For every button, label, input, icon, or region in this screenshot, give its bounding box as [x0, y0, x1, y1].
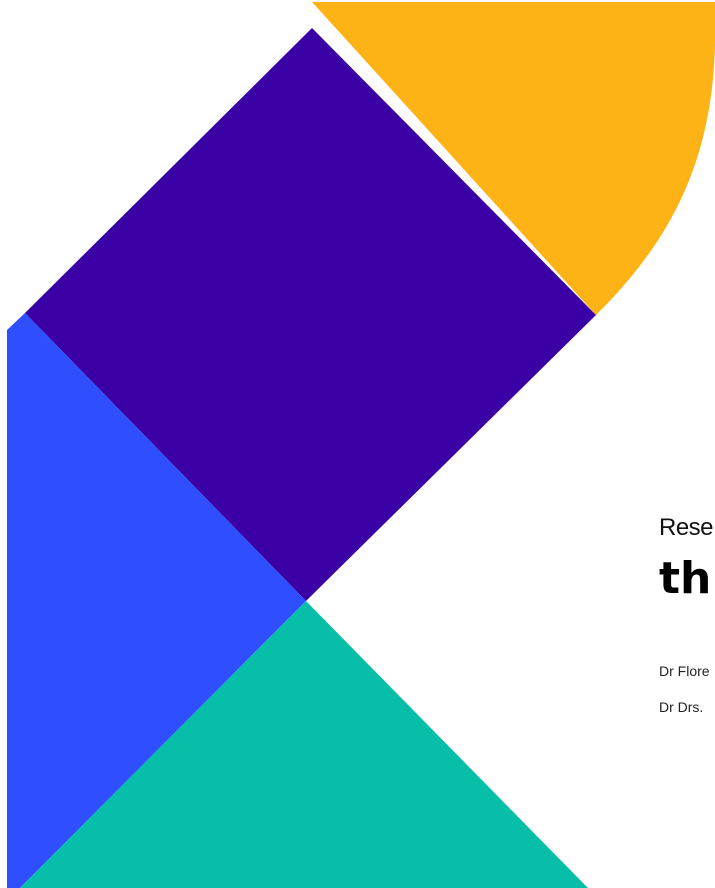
title-line-2: th — [659, 553, 712, 604]
document-cover-page: Rese th Dr Flore Dr Drs. — [0, 0, 715, 888]
author-line-1: Dr Flore — [659, 663, 710, 679]
cover-artwork — [7, 2, 715, 888]
author-line-2: Dr Drs. — [659, 699, 704, 715]
title-line-1: Rese — [659, 514, 714, 541]
